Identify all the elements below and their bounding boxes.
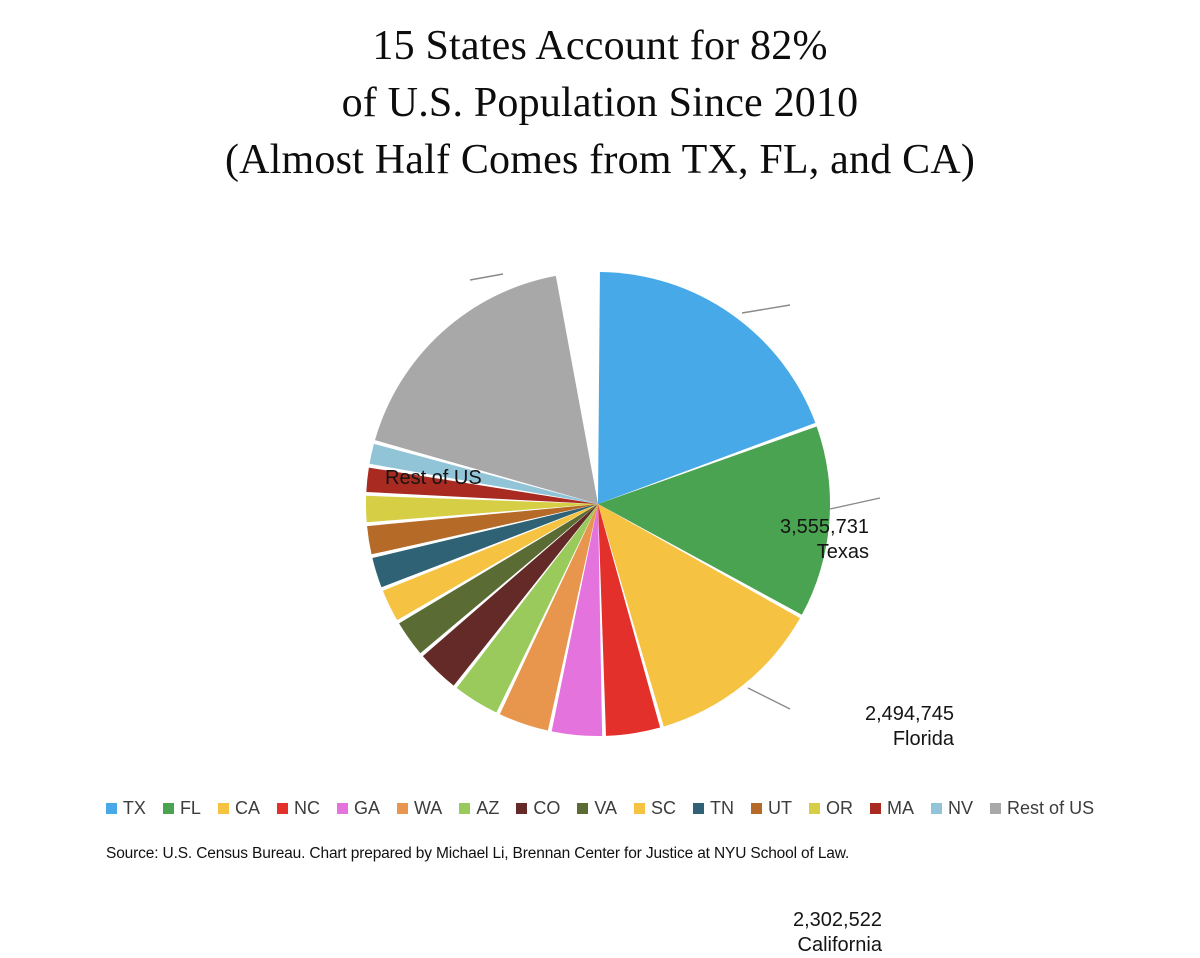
legend-swatch-icon bbox=[870, 803, 882, 814]
legend-swatch-icon bbox=[336, 803, 348, 814]
callout-florida: 2,494,745 Florida bbox=[865, 702, 954, 752]
legend-item-label: TN bbox=[710, 798, 735, 818]
callout-florida-value: 2,494,745 bbox=[865, 703, 954, 725]
legend-item-label: MA bbox=[887, 798, 915, 818]
legend-item-label: CA bbox=[234, 798, 260, 818]
page-title-line-1: 15 States Account for 82% bbox=[372, 23, 828, 69]
callout-rest-of-us: Rest of US bbox=[385, 467, 482, 489]
leader-line-texas bbox=[741, 304, 791, 314]
legend-item-ut[interactable]: UT bbox=[751, 798, 792, 819]
legend-swatch-icon bbox=[634, 803, 646, 814]
legend-item-label: VA bbox=[594, 798, 618, 818]
legend-item-label: FL bbox=[179, 798, 201, 818]
legend-item-label: OR bbox=[826, 798, 854, 818]
legend-item-tx[interactable]: TX bbox=[105, 798, 146, 819]
legend-swatch-icon bbox=[516, 803, 528, 814]
callout-florida-name: Florida bbox=[892, 728, 954, 750]
pie-chart-svg: TexasFloridaCaliforniaNorth CarolinaGeor… bbox=[365, 272, 881, 736]
callout-texas: 3,555,731 Texas bbox=[780, 515, 869, 565]
legend-item-ga[interactable]: GA bbox=[336, 798, 380, 819]
legend-swatch-icon bbox=[931, 803, 943, 814]
callout-texas-value: 3,555,731 bbox=[780, 516, 869, 538]
legend-item-rest-of-us[interactable]: Rest of US bbox=[990, 798, 1094, 819]
legend-item-sc[interactable]: SC bbox=[634, 798, 676, 819]
callout-california-name: California bbox=[797, 934, 882, 956]
leader-line-rest-of-us bbox=[469, 273, 504, 281]
legend-swatch-icon bbox=[396, 803, 408, 814]
legend-item-label: CO bbox=[533, 798, 561, 818]
pie-slice-group: TexasFloridaCaliforniaNorth CarolinaGeor… bbox=[365, 272, 831, 736]
legend-item-label: GA bbox=[353, 798, 380, 818]
legend-swatch-icon bbox=[105, 803, 117, 814]
legend-item-nc[interactable]: NC bbox=[276, 798, 320, 819]
legend-item-ma[interactable]: MA bbox=[870, 798, 914, 819]
legend-item-wa[interactable]: WA bbox=[396, 798, 443, 819]
chart-legend: TX FL CA NC GA WA AZ CO VA SC TN UT OR MA NV Rest of US bbox=[0, 798, 1200, 819]
legend-swatch-icon bbox=[751, 803, 763, 814]
legend-item-label: NC bbox=[293, 798, 320, 818]
legend-item-tn[interactable]: TN bbox=[693, 798, 734, 819]
legend-item-label: WA bbox=[413, 798, 443, 818]
legend-item-fl[interactable]: FL bbox=[162, 798, 201, 819]
legend-swatch-icon bbox=[459, 803, 471, 814]
legend-item-label: NV bbox=[948, 798, 974, 818]
legend-item-label: AZ bbox=[476, 798, 500, 818]
legend-item-label: UT bbox=[768, 798, 793, 818]
legend-swatch-icon bbox=[162, 803, 174, 814]
legend-swatch-icon bbox=[990, 803, 1002, 814]
callout-california: 2,302,522 California bbox=[793, 908, 882, 958]
source-note: Source: U.S. Census Bureau. Chart prepar… bbox=[106, 845, 850, 862]
legend-swatch-icon bbox=[217, 803, 229, 814]
legend-item-ca[interactable]: CA bbox=[217, 798, 260, 819]
legend-swatch-icon bbox=[809, 803, 821, 814]
callout-texas-name: Texas bbox=[816, 541, 869, 563]
leader-line-florida bbox=[829, 497, 881, 510]
legend-item-label: Rest of US bbox=[1007, 798, 1095, 818]
legend-item-label: TX bbox=[122, 798, 146, 818]
legend-swatch-icon bbox=[577, 803, 589, 814]
legend-item-co[interactable]: CO bbox=[516, 798, 560, 819]
legend-item-nv[interactable]: NV bbox=[931, 798, 973, 819]
page-title: 15 States Account for 82% of U.S. Popula… bbox=[0, 18, 1200, 189]
legend-item-label: SC bbox=[651, 798, 677, 818]
page-title-line-3: (Almost Half Comes from TX, FL, and CA) bbox=[224, 137, 976, 183]
legend-item-va[interactable]: VA bbox=[577, 798, 617, 819]
pie-chart: TexasFloridaCaliforniaNorth CarolinaGeor… bbox=[0, 210, 1200, 956]
legend-item-az[interactable]: AZ bbox=[459, 798, 499, 819]
legend-item-or[interactable]: OR bbox=[809, 798, 853, 819]
legend-swatch-icon bbox=[693, 803, 705, 814]
legend-swatch-icon bbox=[276, 803, 288, 814]
leader-line-california bbox=[747, 687, 791, 710]
callout-california-value: 2,302,522 bbox=[793, 909, 882, 931]
page-title-line-2: of U.S. Population Since 2010 bbox=[341, 80, 859, 126]
